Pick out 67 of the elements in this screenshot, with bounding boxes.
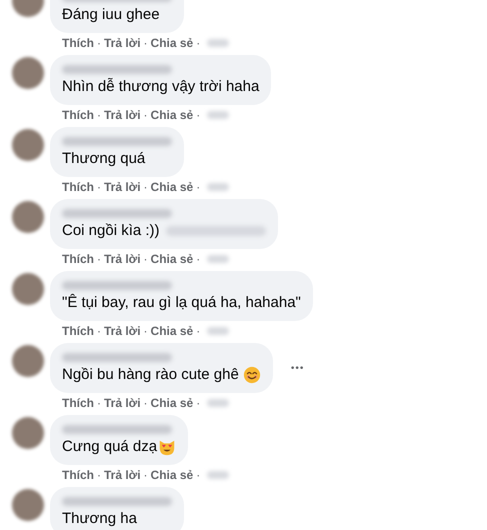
separator-dot: ·	[97, 251, 101, 267]
blurred-timestamp	[207, 111, 230, 119]
separator-dot: ·	[196, 251, 200, 267]
separator-dot: ·	[144, 179, 148, 195]
comment-action-link[interactable]: Thích	[62, 467, 94, 483]
separator-dot: ·	[196, 323, 200, 339]
separator-dot: ·	[196, 179, 200, 195]
separator-dot: ·	[97, 107, 101, 123]
avatar-placeholder[interactable]	[12, 273, 44, 305]
blurred-timestamp	[207, 183, 230, 191]
comment-action-link[interactable]: Trả lời	[104, 35, 141, 51]
blurred-timestamp	[207, 399, 230, 407]
comment-text: "Ê tụi bay, rau gì lạ quá ha, hahaha"	[62, 293, 301, 313]
avatar-placeholder[interactable]	[12, 417, 44, 449]
separator-dot: ·	[196, 35, 200, 51]
separator-dot: ·	[196, 107, 200, 123]
comment-text: Nhìn dễ thương vậy trời haha	[62, 77, 260, 97]
blurred-timestamp	[207, 255, 230, 263]
separator-dot: ·	[97, 323, 101, 339]
blurred-timestamp	[207, 471, 230, 479]
comment-action-link[interactable]: Trả lời	[104, 251, 141, 267]
comment-action-link[interactable]: Trả lời	[104, 323, 141, 339]
comment-text: Coi ngồi kìa :))	[62, 221, 160, 241]
comment-action-link[interactable]: Trả lời	[104, 395, 141, 411]
comment-action-link[interactable]: Chia sẻ	[150, 395, 194, 411]
comment-text: Ngồi bu hàng rào cute ghê	[62, 365, 239, 385]
comment-action-link[interactable]: Chia sẻ	[150, 467, 194, 483]
comment-action-link[interactable]: Thích	[62, 107, 94, 123]
comment-text: Thương quá	[62, 149, 146, 169]
comment-action-link[interactable]: Chia sẻ	[150, 35, 194, 51]
comment-action-link[interactable]: Trả lời	[104, 107, 141, 123]
comment-action-link[interactable]: Trả lời	[104, 467, 141, 483]
comment-text: Đáng iuu ghee	[62, 5, 160, 25]
comment-action-link[interactable]: Thích	[62, 395, 94, 411]
comment-action-link[interactable]: Chia sẻ	[150, 107, 194, 123]
avatar-placeholder[interactable]	[12, 201, 44, 233]
separator-dot: ·	[196, 467, 200, 483]
comment-action-link[interactable]: Thích	[62, 179, 94, 195]
separator-dot: ·	[144, 251, 148, 267]
avatar-placeholder[interactable]	[12, 129, 44, 161]
cat-face-icon	[158, 438, 176, 456]
separator-dot: ·	[196, 395, 200, 411]
comment-action-link[interactable]: Chia sẻ	[150, 179, 194, 195]
comment-action-link[interactable]: Chia sẻ	[150, 323, 194, 339]
separator-dot: ·	[97, 467, 101, 483]
avatar-placeholder[interactable]	[12, 57, 44, 89]
comment-action-link[interactable]: Thích	[62, 251, 94, 267]
comment-action-link[interactable]: Thích	[62, 35, 94, 51]
separator-dot: ·	[97, 35, 101, 51]
comment-text: Cưng quá dzạ	[62, 437, 158, 457]
comment-action-link[interactable]: Chia sẻ	[150, 251, 194, 267]
separator-dot: ·	[144, 35, 148, 51]
avatar-placeholder[interactable]	[12, 345, 44, 377]
separator-dot: ·	[144, 467, 148, 483]
comment-action-link[interactable]: Thích	[62, 323, 94, 339]
separator-dot: ·	[144, 323, 148, 339]
separator-dot: ·	[97, 395, 101, 411]
comment-text: Thương ha	[62, 509, 137, 529]
separator-dot: ·	[144, 107, 148, 123]
blurred-timestamp	[207, 327, 230, 335]
smiling-face-icon	[242, 366, 261, 384]
comment-action-link[interactable]: Trả lời	[104, 179, 141, 195]
separator-dot: ·	[97, 179, 101, 195]
separator-dot: ·	[144, 395, 148, 411]
avatar-placeholder[interactable]	[12, 489, 44, 521]
blurred-timestamp	[207, 39, 230, 47]
more-options-button[interactable]: •••	[286, 360, 308, 376]
